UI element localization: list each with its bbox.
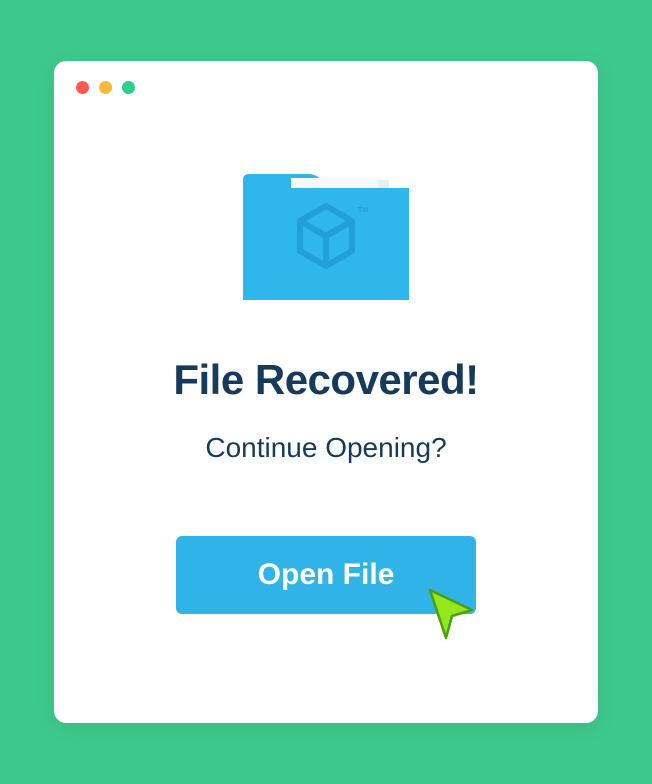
open-file-button[interactable]: Open File [176, 536, 476, 614]
svg-text:TM: TM [358, 207, 368, 214]
maximize-window-button[interactable] [122, 81, 135, 94]
dialog-heading: File Recovered! [173, 356, 478, 404]
dialog-content: TM File Recovered! Continue Opening? Ope… [54, 114, 598, 614]
dialog-subheading: Continue Opening? [205, 432, 446, 464]
open-file-button-label: Open File [258, 558, 395, 591]
close-window-button[interactable] [76, 81, 89, 94]
minimize-window-button[interactable] [99, 81, 112, 94]
folder-icon: TM [243, 174, 409, 300]
window-controls [54, 61, 598, 114]
dialog-window: TM File Recovered! Continue Opening? Ope… [54, 61, 598, 723]
cursor-icon [424, 586, 484, 646]
